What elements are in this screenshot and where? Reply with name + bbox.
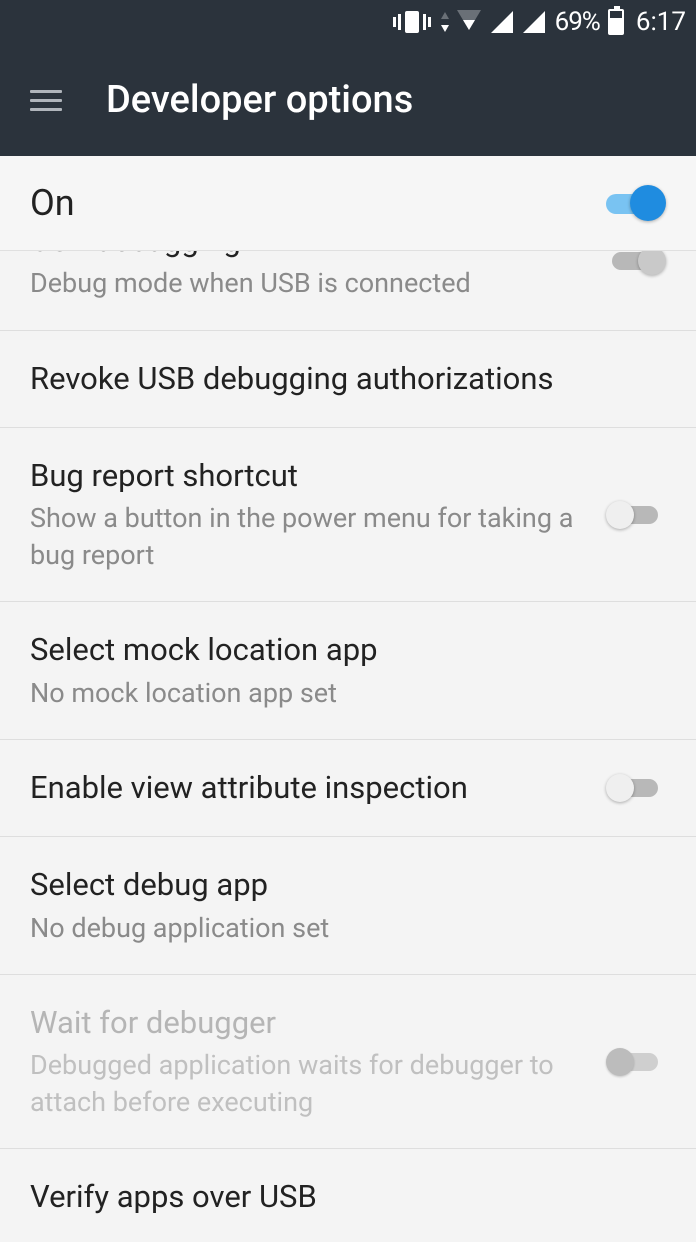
item-title: USB debugging xyxy=(30,251,586,261)
item-title: Wait for debugger xyxy=(30,1003,586,1043)
status-time: 6:17 xyxy=(636,7,686,37)
item-subtitle: Debugged application waits for debugger … xyxy=(30,1047,586,1120)
switch-view-attr-inspect[interactable] xyxy=(606,770,666,806)
data-arrows-icon xyxy=(439,12,449,32)
master-toggle-switch[interactable] xyxy=(606,185,666,221)
item-usb-debugging[interactable]: USB debugging Debug mode when USB is con… xyxy=(0,251,696,331)
signal-icon xyxy=(491,11,513,33)
item-select-debug-app[interactable]: Select debug app No debug application se… xyxy=(0,837,696,975)
switch-bug-report-shortcut[interactable] xyxy=(606,497,666,533)
menu-icon[interactable] xyxy=(30,82,66,118)
item-title: Select mock location app xyxy=(30,630,646,670)
master-toggle-row[interactable]: On xyxy=(0,156,696,251)
settings-list[interactable]: USB debugging Debug mode when USB is con… xyxy=(0,251,696,1242)
item-revoke-usb[interactable]: Revoke USB debugging authorizations xyxy=(0,331,696,428)
item-subtitle: No mock location app set xyxy=(30,675,646,711)
item-title: Bug report shortcut xyxy=(30,456,586,496)
item-subtitle: No debug application set xyxy=(30,910,646,946)
item-view-attr-inspect[interactable]: Enable view attribute inspection xyxy=(0,740,696,837)
item-title: Revoke USB debugging authorizations xyxy=(30,359,646,399)
battery-percentage: 69% xyxy=(555,7,600,37)
item-title: Verify apps over USB xyxy=(30,1177,586,1217)
item-mock-location[interactable]: Select mock location app No mock locatio… xyxy=(0,602,696,740)
item-bug-report-shortcut[interactable]: Bug report shortcut Show a button in the… xyxy=(0,428,696,602)
item-subtitle: Show a button in the power menu for taki… xyxy=(30,500,586,573)
status-bar: 69% 6:17 xyxy=(0,0,696,44)
switch-usb-debugging[interactable] xyxy=(606,251,666,279)
switch-wait-debugger xyxy=(606,1044,666,1080)
signal-icon-2 xyxy=(523,11,545,33)
wifi-icon xyxy=(457,10,481,34)
item-subtitle: Debug mode when USB is connected xyxy=(30,265,586,301)
master-toggle-label: On xyxy=(30,182,75,224)
vibrate-icon xyxy=(393,11,431,33)
page-title: Developer options xyxy=(106,78,413,122)
battery-icon xyxy=(608,9,624,35)
app-header: Developer options xyxy=(0,44,696,156)
item-title: Select debug app xyxy=(30,865,646,905)
item-verify-apps-usb[interactable]: Verify apps over USB xyxy=(0,1149,696,1242)
item-wait-debugger: Wait for debugger Debugged application w… xyxy=(0,975,696,1149)
item-title: Enable view attribute inspection xyxy=(30,768,586,808)
